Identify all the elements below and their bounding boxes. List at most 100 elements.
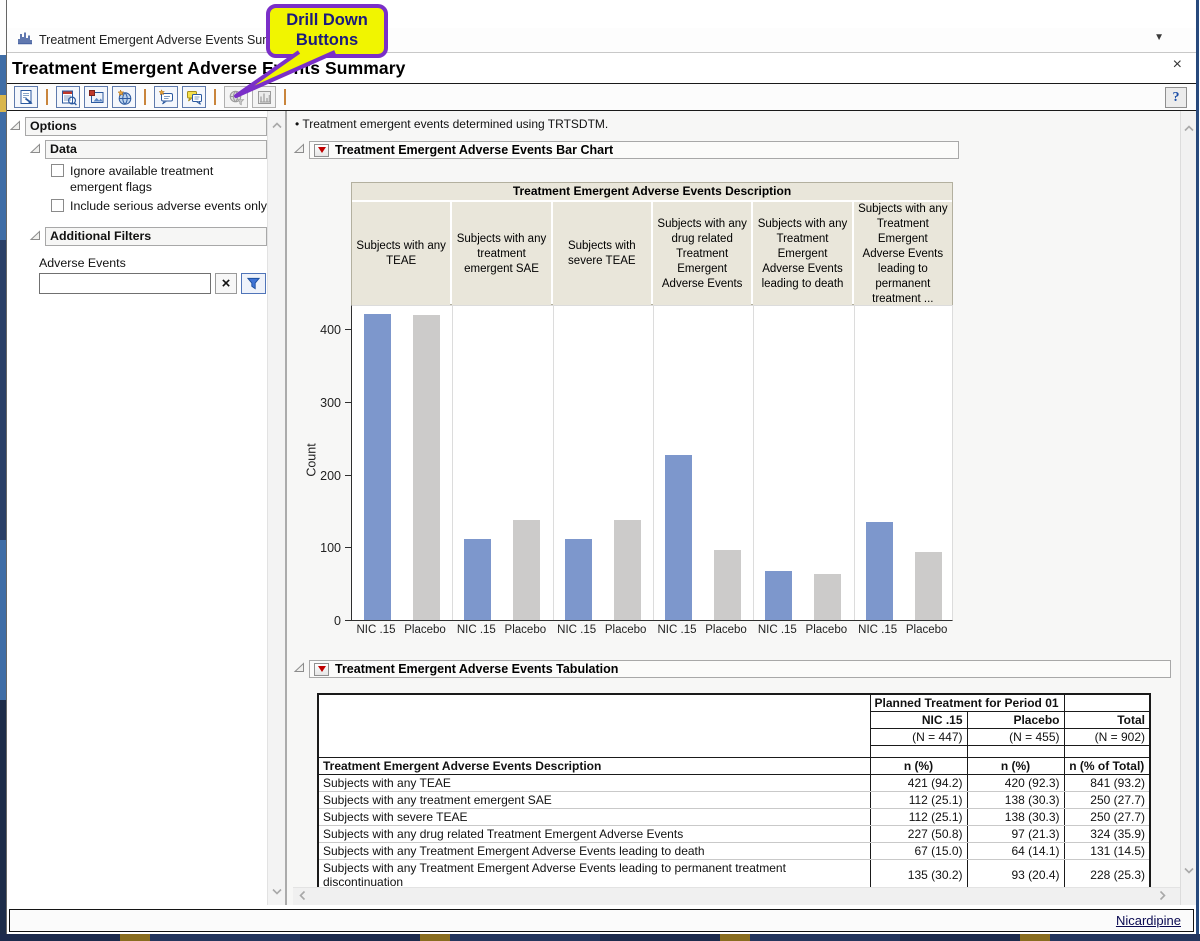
chart-panel-header: Subjects with any drug related Treatment… — [653, 202, 751, 307]
bar-nic15[interactable] — [765, 571, 792, 620]
bar-nic15[interactable] — [665, 455, 692, 620]
adverse-events-input[interactable] — [39, 273, 211, 294]
tab-label[interactable]: Treatment Emergent Adverse Events Summa — [39, 33, 290, 47]
tabulation-section-label: Treatment Emergent Adverse Events Tabula… — [335, 662, 618, 676]
red-dropdown-icon[interactable] — [314, 663, 329, 676]
table-cell: 138 (30.3) — [967, 792, 1064, 809]
tab-bar: Treatment Emergent Adverse Events Summa … — [7, 28, 1196, 53]
checkbox-label: Ignore available treatment emergent flag… — [70, 163, 267, 195]
table-row: Subjects with any treatment emergent SAE… — [318, 792, 1150, 809]
chart-plot-wrap: Count 0100200300400 — [351, 305, 953, 621]
main-vertical-scrollbar[interactable] — [1180, 111, 1196, 905]
table-cell — [318, 694, 870, 758]
bar-nic15[interactable] — [464, 539, 491, 620]
y-tick-mark — [345, 547, 351, 548]
table-cell: 421 (94.2) — [870, 775, 967, 792]
red-dropdown-icon[interactable] — [314, 144, 329, 157]
x-tick-label: NIC .15 — [658, 624, 697, 636]
bar-placebo[interactable] — [814, 574, 841, 620]
chart-panel-header: Subjects with any treatment emergent SAE — [452, 202, 550, 307]
table-cell: NIC .15 — [870, 712, 967, 729]
additional-filters-header: Additional Filters — [29, 227, 267, 246]
y-tick-label: 0 — [307, 613, 341, 629]
table-cell: Treatment Emergent Adverse Events Descri… — [318, 758, 870, 775]
chart-panel-header: Subjects with any Treatment Emergent Adv… — [753, 202, 851, 307]
table-cell: n (% of Total) — [1064, 758, 1150, 775]
x-tick-label: NIC .15 — [357, 624, 396, 636]
x-tick-label: Placebo — [404, 624, 446, 636]
serious-only-checkbox[interactable] — [51, 199, 64, 212]
y-tick-mark — [345, 475, 351, 476]
toolbar-separator — [284, 89, 286, 105]
bar-nic15[interactable] — [364, 314, 391, 620]
toolbar-separator — [144, 89, 146, 105]
table-cell — [1064, 694, 1150, 712]
table-cell — [1064, 746, 1150, 758]
scroll-up-icon[interactable] — [271, 116, 282, 134]
toolbar-separator — [46, 89, 48, 105]
title-bar: Treatment Emergent Adverse Events Summar… — [7, 53, 1196, 83]
data-table-icon[interactable] — [56, 86, 80, 108]
x-tick-label: Placebo — [705, 624, 747, 636]
web-report-icon[interactable] — [112, 86, 136, 108]
options-header-label: Options — [25, 117, 267, 136]
table-cell: 227 (50.8) — [870, 826, 967, 843]
checkbox-row: Include serious adverse events only — [51, 198, 267, 214]
checkbox-label: Include serious adverse events only — [70, 198, 267, 214]
collapse-triangle-icon[interactable] — [9, 119, 22, 135]
additional-filters-label: Additional Filters — [45, 227, 267, 246]
collapse-triangle-icon[interactable] — [293, 142, 306, 160]
notes-icon[interactable] — [182, 86, 206, 108]
table-cell: Placebo — [967, 712, 1064, 729]
chart-panel-header: Subjects with severe TEAE — [553, 202, 651, 307]
chart-title: Treatment Emergent Adverse Events Descri… — [352, 183, 952, 202]
sidebar-scrollbar[interactable] — [267, 111, 285, 905]
study-link[interactable]: Nicardipine — [1116, 913, 1181, 928]
annotate-icon[interactable] — [154, 86, 178, 108]
options-section-header: Options — [9, 117, 267, 136]
collapse-triangle-icon[interactable] — [29, 229, 42, 245]
bar-chart-section-box: Treatment Emergent Adverse Events Bar Ch… — [309, 141, 959, 159]
tab-overflow-icon[interactable]: ▼ — [1154, 32, 1164, 43]
toolbar-buttons — [14, 86, 290, 108]
x-tick-label: Placebo — [505, 624, 547, 636]
help-button[interactable]: ? — [1165, 87, 1187, 108]
horizontal-scrollbar[interactable] — [293, 887, 1180, 905]
scroll-up-icon[interactable] — [1183, 119, 1194, 137]
image-report-icon[interactable] — [84, 86, 108, 108]
table-cell: n (%) — [967, 758, 1064, 775]
bar-placebo[interactable] — [413, 315, 440, 620]
bar-nic15[interactable] — [866, 522, 893, 620]
y-tick-mark — [345, 329, 351, 330]
checkbox-row: Ignore available treatment emergent flag… — [51, 163, 267, 195]
clear-filter-button[interactable]: × — [215, 273, 237, 294]
scroll-left-icon[interactable] — [299, 888, 306, 906]
collapse-triangle-icon[interactable] — [29, 142, 42, 158]
ignore-flags-checkbox[interactable] — [51, 164, 64, 177]
scroll-down-icon[interactable] — [271, 882, 282, 900]
table-cell: 112 (25.1) — [870, 809, 967, 826]
filter-funnel-button[interactable] — [241, 273, 266, 294]
report-pane: • Treatment emergent events determined u… — [287, 111, 1180, 905]
table-cell: Subjects with severe TEAE — [318, 809, 870, 826]
bar-placebo[interactable] — [513, 520, 540, 620]
table-cell: Subjects with any TEAE — [318, 775, 870, 792]
options-sidebar: Options Data Ignore available treatment … — [7, 111, 267, 905]
bar-placebo[interactable] — [915, 552, 942, 620]
close-icon[interactable]: × — [1173, 57, 1182, 73]
panel-divider — [653, 306, 654, 620]
status-bar: Nicardipine — [9, 909, 1194, 932]
bar-nic15[interactable] — [565, 539, 592, 620]
toolbar-separator — [214, 89, 216, 105]
scroll-down-icon[interactable] — [1183, 861, 1194, 879]
collapse-triangle-icon[interactable] — [293, 661, 306, 679]
bar-placebo[interactable] — [614, 520, 641, 620]
scroll-right-icon[interactable] — [1159, 888, 1166, 906]
table-row: Subjects with any Treatment Emergent Adv… — [318, 843, 1150, 860]
bar-placebo[interactable] — [714, 550, 741, 620]
x-tick-label: Placebo — [806, 624, 848, 636]
y-tick-label: 200 — [307, 468, 341, 484]
open-report-icon[interactable] — [14, 86, 38, 108]
data-header-label: Data — [45, 140, 267, 159]
table-cell: Subjects with any Treatment Emergent Adv… — [318, 843, 870, 860]
